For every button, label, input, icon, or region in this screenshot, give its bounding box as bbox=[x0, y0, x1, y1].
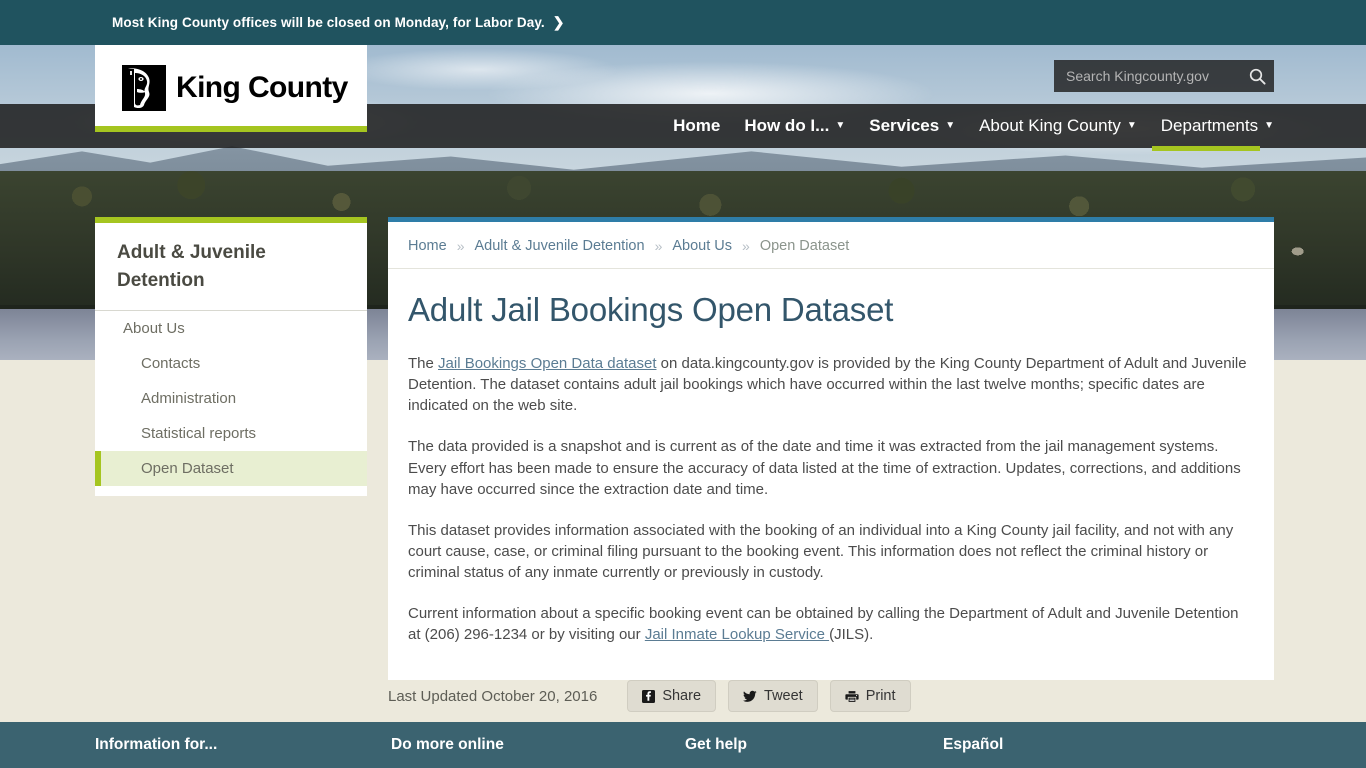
article-paragraph-2: The data provided is a snapshot and is c… bbox=[408, 438, 1241, 498]
jail-inmate-lookup-service-link[interactable]: Jail Inmate Lookup Service bbox=[645, 626, 829, 643]
nav-item-home[interactable]: Home bbox=[673, 116, 720, 136]
facebook-share-button[interactable]: Share bbox=[627, 680, 717, 712]
twitter-bird-icon bbox=[743, 690, 757, 703]
site-logo[interactable]: King County bbox=[95, 45, 367, 131]
chevron-down-icon: ▼ bbox=[945, 120, 956, 131]
sidebar-item-open-dataset[interactable]: Open Dataset bbox=[95, 451, 367, 487]
facebook-share-label: Share bbox=[662, 688, 702, 704]
page-title: Adult Jail Bookings Open Dataset bbox=[408, 291, 894, 328]
main-navigation-list: Home How do I... ▼ Services ▼ About King… bbox=[673, 104, 1274, 148]
king-county-mlk-icon bbox=[122, 65, 166, 111]
site-alert-bar[interactable]: Most King County offices will be closed … bbox=[0, 0, 1366, 45]
nav-item-services[interactable]: Services ▼ bbox=[869, 116, 955, 136]
sidebar-item-contacts[interactable]: Contacts bbox=[95, 346, 367, 381]
search-input[interactable] bbox=[1064, 67, 1249, 85]
last-updated-text: Last Updated October 20, 2016 bbox=[388, 687, 598, 705]
footer-col-information-for[interactable]: Information for... bbox=[95, 736, 391, 754]
breadcrumb-item-open-dataset: Open Dataset bbox=[759, 238, 850, 254]
nav-item-label: Services bbox=[869, 116, 940, 135]
page-meta-row: Last Updated October 20, 2016 Share Twee… bbox=[388, 680, 911, 712]
breadcrumb-item-adult-juvenile-detention[interactable]: Adult & Juvenile Detention bbox=[474, 238, 644, 254]
logo-green-underline bbox=[95, 126, 367, 132]
printer-icon bbox=[845, 690, 859, 703]
breadcrumb-separator-icon: » bbox=[654, 238, 663, 254]
footer-col-do-more-online[interactable]: Do more online bbox=[391, 736, 685, 754]
footer-columns: Information for... Do more online Get he… bbox=[95, 722, 1271, 768]
paragraph-1-lead: The bbox=[408, 355, 439, 372]
nav-item-how-do-i[interactable]: How do I... ▼ bbox=[744, 116, 845, 136]
site-alert-text: Most King County offices will be closed … bbox=[112, 15, 545, 30]
sidebar-bottom-padding bbox=[95, 486, 367, 496]
breadcrumb: Home » Adult & Juvenile Detention » Abou… bbox=[388, 222, 1274, 269]
section-sidebar: Adult & Juvenile Detention About Us Cont… bbox=[95, 217, 367, 497]
nav-item-label: How do I... bbox=[744, 116, 830, 135]
footer-col-get-help[interactable]: Get help bbox=[685, 736, 943, 754]
nav-active-indicator bbox=[1152, 146, 1260, 151]
article-body: Adult Jail Bookings Open Dataset The Jai… bbox=[388, 269, 1274, 680]
nav-item-label: Departments bbox=[1160, 116, 1259, 135]
sidebar-item-statistical-reports[interactable]: Statistical reports bbox=[95, 416, 367, 451]
breadcrumb-item-home[interactable]: Home bbox=[408, 238, 447, 254]
article-paragraph-1: The Jail Bookings Open Data dataset on d… bbox=[408, 353, 1254, 416]
sidebar-item-administration[interactable]: Administration bbox=[95, 381, 367, 416]
footer-col-espanol[interactable]: Español bbox=[943, 736, 1003, 754]
nav-item-about-king-county[interactable]: About King County ▼ bbox=[979, 116, 1137, 136]
print-button[interactable]: Print bbox=[829, 680, 911, 712]
chevron-down-icon: ▼ bbox=[835, 120, 846, 131]
breadcrumb-item-about-us[interactable]: About Us bbox=[672, 238, 732, 254]
site-search[interactable] bbox=[1054, 60, 1274, 92]
sidebar-item-about-us[interactable]: About Us bbox=[95, 311, 367, 346]
sidebar-section-title: Adult & Juvenile Detention bbox=[95, 223, 367, 312]
article-paragraph-4: Current information about a specific boo… bbox=[408, 603, 1254, 645]
facebook-icon bbox=[642, 689, 656, 703]
page-root: Most King County offices will be closed … bbox=[0, 0, 1366, 768]
search-icon[interactable] bbox=[1249, 68, 1266, 85]
nav-item-departments[interactable]: Departments ▼ bbox=[1161, 116, 1274, 136]
twitter-tweet-button[interactable]: Tweet bbox=[728, 680, 818, 712]
jail-bookings-dataset-link[interactable]: Jail Bookings Open Data dataset bbox=[438, 355, 656, 372]
chevron-down-icon: ▼ bbox=[1264, 120, 1274, 131]
breadcrumb-separator-icon: » bbox=[742, 238, 750, 254]
chevron-down-icon: ▼ bbox=[1126, 120, 1137, 131]
article-paragraph-3: This dataset provides information associ… bbox=[408, 521, 1234, 582]
site-logo-wordmark: King County bbox=[176, 71, 348, 104]
nav-item-label: About King County bbox=[979, 116, 1121, 135]
print-label: Print bbox=[865, 688, 896, 704]
main-content-card: Home » Adult & Juvenile Detention » Abou… bbox=[388, 217, 1274, 680]
breadcrumb-separator-icon: » bbox=[456, 238, 465, 254]
nav-item-label: Home bbox=[673, 116, 721, 135]
site-footer: Information for... Do more online Get he… bbox=[0, 722, 1366, 768]
paragraph-4-rest: (JILS). bbox=[829, 626, 874, 644]
chevron-right-icon: ❯ bbox=[552, 14, 565, 30]
twitter-tweet-label: Tweet bbox=[764, 688, 803, 704]
